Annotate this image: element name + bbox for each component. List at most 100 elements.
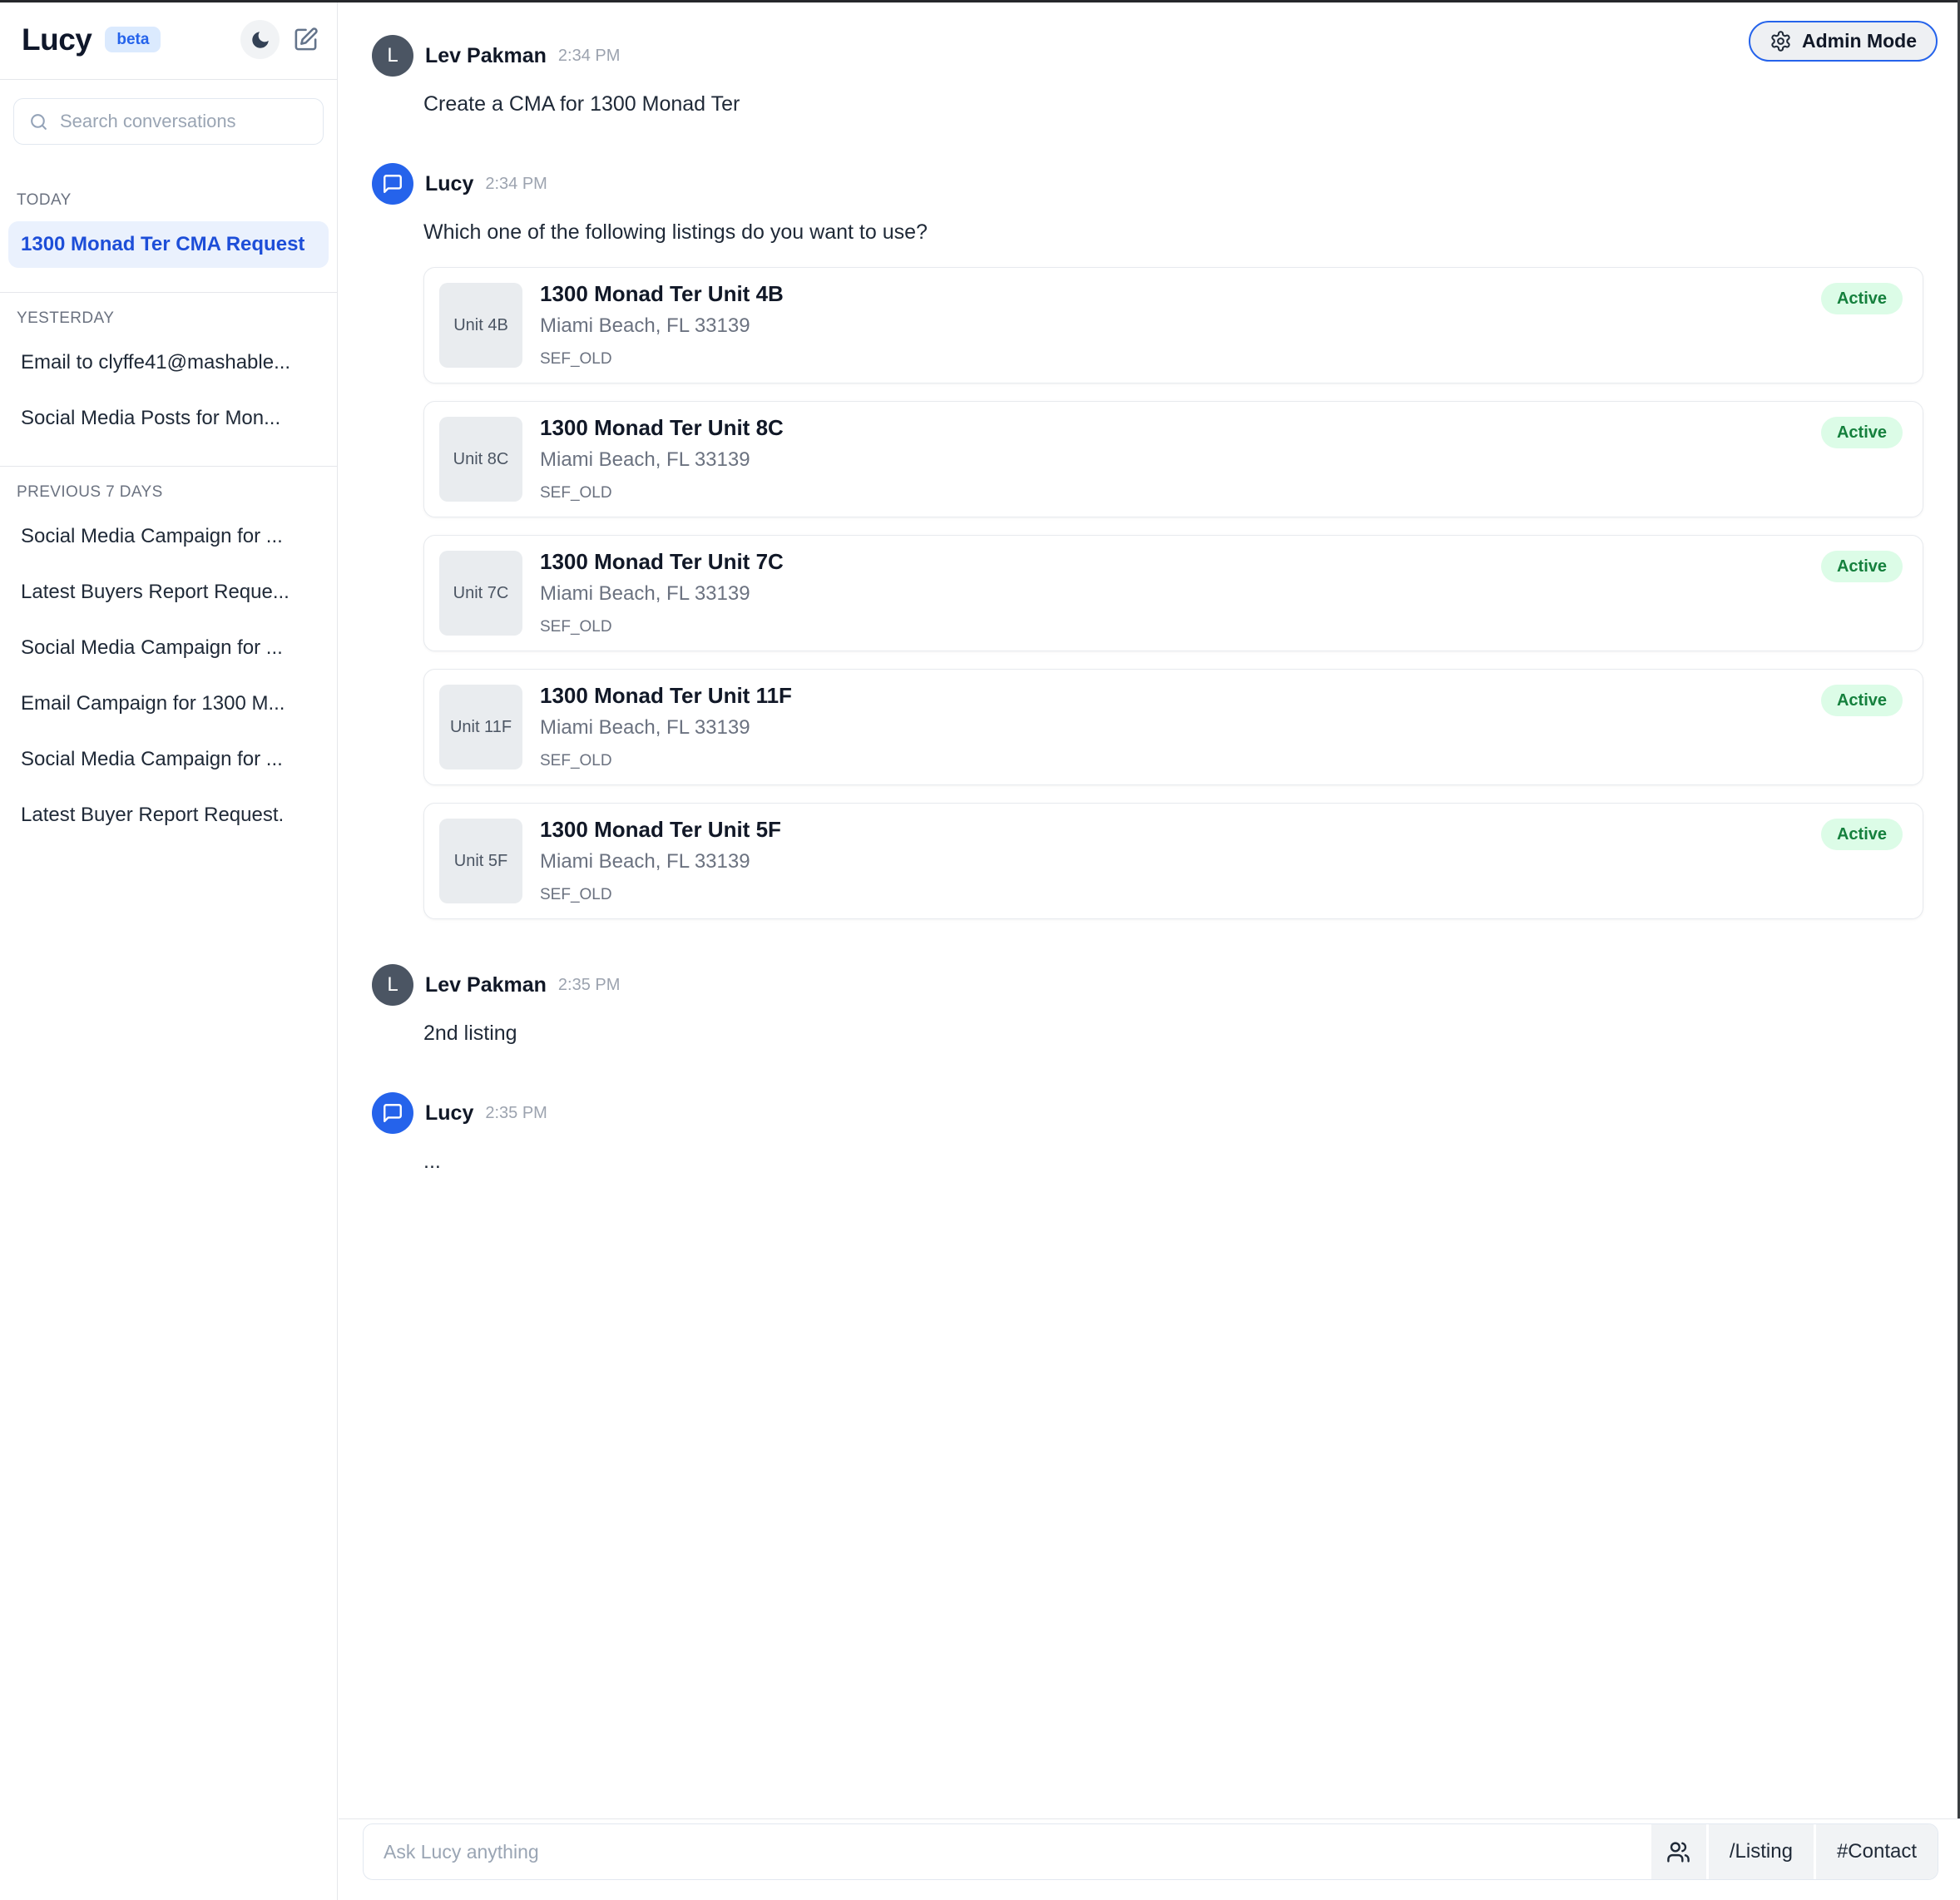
sidebar-item-social-campaign-3[interactable]: Social Media Campaign for ... [8, 736, 329, 783]
status-badge: Active [1821, 417, 1903, 448]
sidebar-item-label: 1300 Monad Ter CMA Request [21, 233, 304, 256]
listing-thumbnail: Unit 5F [439, 819, 522, 903]
sidebar-item-social-campaign-2[interactable]: Social Media Campaign for ... [8, 625, 329, 671]
sidebar-section-previous-7-days: PREVIOUS 7 DAYS Social Media Campaign fo… [0, 472, 337, 856]
composer-input[interactable] [364, 1824, 1649, 1879]
status-badge: Active [1821, 551, 1903, 582]
sidebar-item-buyers-report[interactable]: Latest Buyers Report Reque... [8, 569, 329, 616]
message-author: Lucy [425, 172, 473, 196]
search-icon [28, 111, 49, 132]
people-button[interactable] [1651, 1824, 1706, 1879]
sidebar-item-email-campaign[interactable]: Email Campaign for 1300 M... [8, 680, 329, 727]
search-area [0, 80, 337, 161]
message-header: Lucy 2:35 PM [372, 1092, 1923, 1134]
search-box[interactable] [13, 98, 324, 145]
listing-title: 1300 Monad Ter Unit 5F [540, 818, 1903, 843]
section-label: TODAY [8, 191, 329, 221]
avatar: L [372, 964, 413, 1006]
sidebar: Lucy beta TODAY [0, 0, 338, 1900]
section-label: YESTERDAY [8, 309, 329, 339]
message: L Lev Pakman 2:35 PM 2nd listing [372, 964, 1923, 1047]
listing-title: 1300 Monad Ter Unit 8C [540, 416, 1903, 441]
sidebar-item-label: Social Media Campaign for ... [21, 636, 283, 660]
avatar [372, 163, 413, 205]
listing-card-unit-4b[interactable]: Unit 4B 1300 Monad Ter Unit 4B Miami Bea… [423, 267, 1923, 383]
sidebar-item-email[interactable]: Email to clyffe41@mashable... [8, 339, 329, 386]
hash-contact-button[interactable]: #Contact [1816, 1824, 1938, 1879]
message-author: Lev Pakman [425, 973, 547, 997]
composer: /Listing #Contact [339, 1818, 1960, 1900]
message-timestamp: 2:35 PM [485, 1104, 547, 1123]
sidebar-item-label: Social Media Campaign for ... [21, 748, 283, 771]
avatar-initial: L [387, 973, 398, 997]
divider [0, 466, 337, 467]
new-conversation-button[interactable] [293, 27, 319, 52]
listing-location: Miami Beach, FL 33139 [540, 448, 1903, 472]
app-title: Lucy [22, 22, 92, 57]
listing-source: SEF_OLD [540, 485, 1903, 502]
sidebar-item-social-posts[interactable]: Social Media Posts for Mon... [8, 395, 329, 442]
sidebar-item-label: Social Media Posts for Mon... [21, 407, 280, 430]
listing-location: Miami Beach, FL 33139 [540, 850, 1903, 873]
message-timestamp: 2:34 PM [558, 47, 620, 66]
listing-source: SEF_OLD [540, 887, 1903, 904]
listing-title: 1300 Monad Ter Unit 7C [540, 550, 1903, 575]
dark-mode-toggle-button[interactable] [240, 20, 280, 59]
listing-title: 1300 Monad Ter Unit 11F [540, 684, 1903, 709]
message: L Lev Pakman 2:34 PM Create a CMA for 13… [372, 35, 1923, 118]
message-author: Lev Pakman [425, 44, 547, 68]
message-author: Lucy [425, 1101, 473, 1126]
window-top-edge [0, 0, 1960, 2]
moon-icon [250, 29, 271, 51]
sidebar-item-cma-request[interactable]: 1300 Monad Ter CMA Request [8, 221, 329, 268]
sidebar-item-label: Email to clyffe41@mashable... [21, 351, 290, 374]
message: Lucy 2:35 PM ... [372, 1092, 1923, 1175]
status-badge: Active [1821, 685, 1903, 716]
slash-listing-button[interactable]: /Listing [1709, 1824, 1814, 1879]
message-timestamp: 2:34 PM [485, 175, 547, 194]
listing-thumbnail: Unit 11F [439, 685, 522, 769]
listing-source: SEF_OLD [540, 619, 1903, 636]
sidebar-item-label: Social Media Campaign for ... [21, 525, 283, 548]
divider [0, 292, 337, 293]
listing-card-unit-5f[interactable]: Unit 5F 1300 Monad Ter Unit 5F Miami Bea… [423, 803, 1923, 919]
message-text: ... [423, 1148, 1923, 1175]
sidebar-section-yesterday: YESTERDAY Email to clyffe41@mashable... … [0, 298, 337, 459]
admin-mode-button[interactable]: Admin Mode [1749, 21, 1938, 62]
listing-info: 1300 Monad Ter Unit 7C Miami Beach, FL 3… [540, 550, 1903, 636]
message-timestamp: 2:35 PM [558, 976, 620, 995]
message-header: L Lev Pakman 2:35 PM [372, 964, 1923, 1006]
section-label: PREVIOUS 7 DAYS [8, 483, 329, 513]
message-list: L Lev Pakman 2:34 PM Create a CMA for 13… [339, 0, 1958, 1818]
listing-thumbnail: Unit 4B [439, 283, 522, 368]
sidebar-header: Lucy beta [0, 0, 337, 80]
message-header: Lucy 2:34 PM [372, 163, 1923, 205]
avatar-initial: L [387, 44, 398, 67]
listing-source: SEF_OLD [540, 351, 1903, 369]
sidebar-item-buyer-report[interactable]: Latest Buyer Report Request. [8, 792, 329, 839]
listing-title: 1300 Monad Ter Unit 4B [540, 282, 1903, 307]
listing-card-unit-8c[interactable]: Unit 8C 1300 Monad Ter Unit 8C Miami Bea… [423, 401, 1923, 517]
listing-info: 1300 Monad Ter Unit 5F Miami Beach, FL 3… [540, 818, 1903, 904]
message-header: L Lev Pakman 2:34 PM [372, 35, 1923, 77]
chat-area: Admin Mode L Lev Pakman 2:34 PM Create a… [339, 0, 1960, 1900]
status-badge: Active [1821, 283, 1903, 314]
listing-card-unit-7c[interactable]: Unit 7C 1300 Monad Ter Unit 7C Miami Bea… [423, 535, 1923, 651]
edit-square-icon [293, 27, 319, 52]
listing-thumbnail: Unit 7C [439, 551, 522, 636]
beta-badge: beta [105, 27, 161, 52]
listing-source: SEF_OLD [540, 753, 1903, 770]
sidebar-section-today: TODAY 1300 Monad Ter CMA Request [0, 161, 337, 285]
sidebar-item-label: Email Campaign for 1300 M... [21, 692, 285, 715]
avatar [372, 1092, 413, 1134]
listing-info: 1300 Monad Ter Unit 4B Miami Beach, FL 3… [540, 282, 1903, 369]
message-text: Create a CMA for 1300 Monad Ter [423, 91, 1923, 118]
listing-location: Miami Beach, FL 33139 [540, 716, 1903, 740]
listing-card-unit-11f[interactable]: Unit 11F 1300 Monad Ter Unit 11F Miami B… [423, 669, 1923, 785]
listing-info: 1300 Monad Ter Unit 8C Miami Beach, FL 3… [540, 416, 1903, 502]
admin-mode-label: Admin Mode [1802, 30, 1917, 52]
search-input[interactable] [60, 111, 309, 132]
users-icon [1666, 1840, 1690, 1864]
sidebar-item-social-campaign-1[interactable]: Social Media Campaign for ... [8, 513, 329, 560]
chat-bubble-icon [382, 173, 403, 195]
